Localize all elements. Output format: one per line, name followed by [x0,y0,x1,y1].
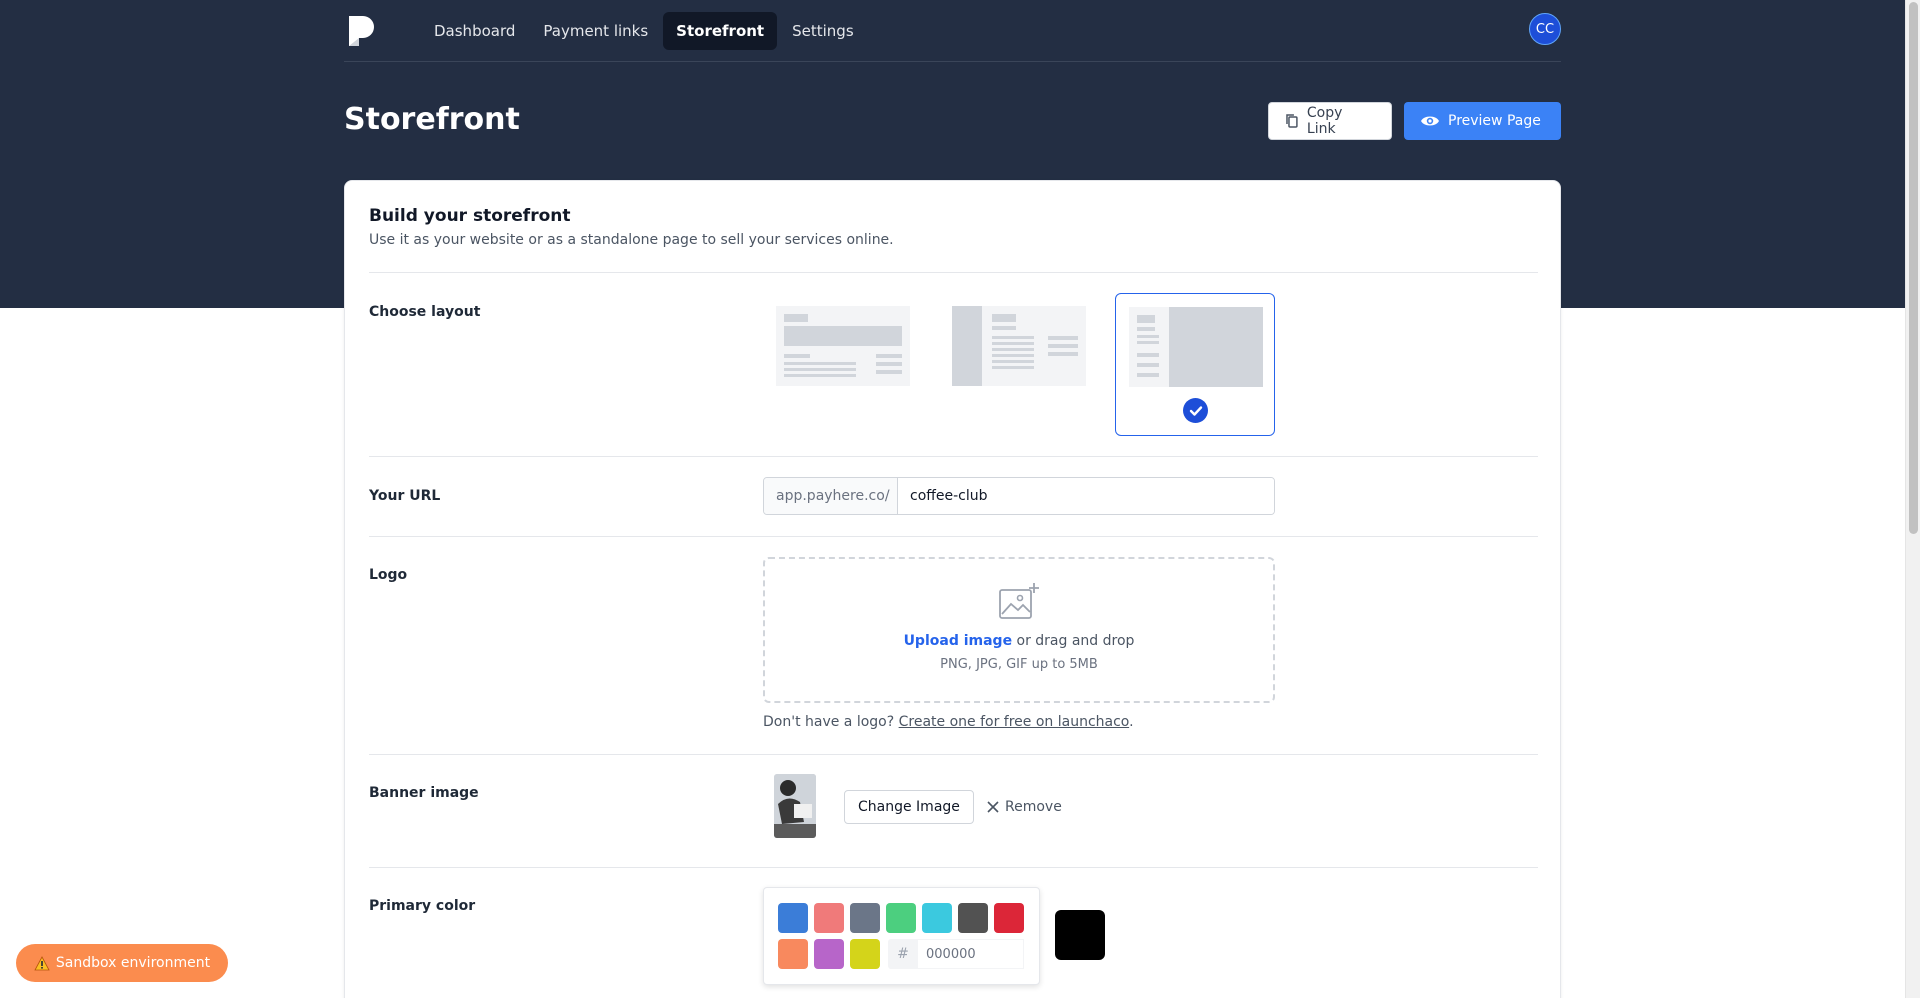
current-color-preview[interactable] [1055,910,1105,960]
divider [369,456,1538,457]
color-swatch[interactable] [814,903,844,933]
color-swatch[interactable] [814,939,844,969]
layout-option-sidebar[interactable] [939,293,1099,436]
color-swatch[interactable] [778,903,808,933]
layout-option-split[interactable] [1115,293,1275,436]
color-swatch[interactable] [922,903,952,933]
layout-option-banner[interactable] [763,293,923,436]
top-navigation: Dashboard Payment links Storefront Setti… [344,0,1561,62]
logo-help-prefix: Don't have a logo? [763,714,899,730]
upload-formats: PNG, JPG, GIF up to 5MB [940,657,1098,672]
divider [369,754,1538,755]
banner-thumbnail [774,774,816,838]
layout-preview [1129,307,1263,387]
sandbox-badge[interactable]: Sandbox environment [16,944,228,982]
remove-image-button[interactable]: Remove [987,790,1062,824]
color-swatch[interactable] [958,903,988,933]
close-icon [987,801,999,813]
nav-storefront[interactable]: Storefront [663,11,778,50]
sandbox-label: Sandbox environment [55,955,211,971]
scrollbar-thumb[interactable] [1909,2,1918,534]
card-subtitle: Use it as your website or as a standalon… [369,232,894,248]
upload-image-link[interactable]: Upload image [904,633,1013,649]
color-swatch[interactable] [850,903,880,933]
logo-dropzone[interactable]: Upload image or drag and drop PNG, JPG, … [763,557,1275,703]
banner-image-label: Banner image [369,785,479,801]
payhere-logo[interactable] [347,14,377,48]
page-scrollbar[interactable] [1905,0,1920,998]
url-prefix: app.payhere.co/ [764,478,898,514]
copy-link-button[interactable]: Copy Link [1268,102,1392,140]
preview-page-label: Preview Page [1448,113,1541,129]
change-image-button[interactable]: Change Image [844,790,974,824]
storefront-card: Build your storefront Use it as your web… [344,180,1561,998]
drag-drop-text: or drag and drop [1012,633,1135,649]
primary-color-label: Primary color [369,898,476,914]
nav-payment-links[interactable]: Payment links [530,12,661,50]
layout-preview [776,306,910,386]
color-swatch[interactable] [994,903,1024,933]
hex-prefix: # [888,939,918,969]
user-avatar[interactable]: CC [1529,13,1561,45]
logo-label: Logo [369,567,408,583]
color-swatch[interactable] [850,939,880,969]
layout-preview [952,306,1086,386]
color-picker: # [763,887,1040,985]
divider [369,536,1538,537]
copy-link-label: Copy Link [1306,105,1343,137]
hex-color-input[interactable] [918,939,1024,969]
preview-page-button[interactable]: Preview Page [1404,102,1561,140]
logo-help-suffix: . [1129,714,1134,730]
url-field-group: app.payhere.co/ [763,477,1275,515]
launchaco-link[interactable]: Create one for free on launchaco [899,714,1130,730]
divider [369,867,1538,868]
nav-dashboard[interactable]: Dashboard [421,12,528,50]
divider [369,272,1538,273]
color-swatch[interactable] [886,903,916,933]
card-title: Build your storefront [369,206,571,226]
nav-settings[interactable]: Settings [779,12,867,50]
remove-label: Remove [1005,799,1062,815]
url-slug-input[interactable] [898,478,1274,514]
copy-icon [1286,114,1298,128]
choose-layout-label: Choose layout [369,304,481,320]
selected-check-icon [1183,398,1208,423]
eye-icon [1421,116,1439,126]
color-swatch[interactable] [778,939,808,969]
warning-icon [34,955,50,970]
your-url-label: Your URL [369,488,441,504]
image-add-icon [999,583,1039,619]
page-title: Storefront [344,102,520,137]
logo-help-text: Don't have a logo? Create one for free o… [763,714,1134,730]
